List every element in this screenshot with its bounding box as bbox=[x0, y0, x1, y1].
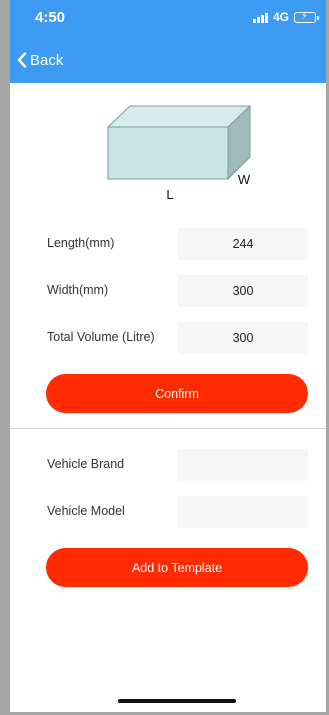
home-indicator[interactable] bbox=[118, 699, 236, 703]
vehicle-model-label: Vehicle Model bbox=[47, 504, 125, 518]
vehicle-brand-input[interactable] bbox=[178, 449, 308, 481]
length-label: Length(mm) bbox=[47, 236, 115, 250]
vehicle-model-row: Vehicle Model bbox=[10, 496, 326, 528]
back-label: Back bbox=[30, 51, 64, 69]
status-bar: 4:50 4G ⚡ bbox=[10, 0, 326, 34]
status-time: 4:50 bbox=[35, 9, 66, 26]
network-label: 4G bbox=[272, 10, 289, 24]
nav-bar: Back bbox=[10, 46, 326, 74]
confirm-button[interactable]: Confirm bbox=[46, 374, 308, 413]
width-axis-label: W bbox=[238, 172, 251, 187]
battery-icon: ⚡ bbox=[294, 11, 319, 23]
section-divider bbox=[10, 428, 326, 429]
box-front-face bbox=[107, 126, 229, 180]
screen: 4:50 4G ⚡ Back L W Length(mm) 244 Width(… bbox=[0, 0, 329, 715]
length-axis-label: L bbox=[166, 187, 173, 202]
signal-icon bbox=[252, 12, 268, 23]
length-row: Length(mm) bbox=[10, 228, 326, 260]
vehicle-brand-label: Vehicle Brand bbox=[47, 457, 125, 471]
chevron-left-icon bbox=[17, 52, 27, 68]
total-volume-row: Total Volume (Litre) bbox=[10, 322, 326, 354]
length-input[interactable] bbox=[178, 228, 308, 260]
width-row: Width(mm) bbox=[10, 275, 326, 307]
width-label: Width(mm) bbox=[47, 283, 109, 297]
width-input[interactable] bbox=[178, 275, 308, 307]
vehicle-brand-row: Vehicle Brand bbox=[10, 449, 326, 481]
total-volume-label: Total Volume (Litre) bbox=[47, 330, 155, 344]
back-button[interactable]: Back bbox=[17, 52, 63, 69]
box-dimension-diagram: L W bbox=[106, 104, 252, 202]
box-top-face bbox=[106, 105, 252, 128]
device-frame-left bbox=[0, 0, 10, 715]
total-volume-input[interactable] bbox=[178, 322, 308, 354]
status-indicators: 4G ⚡ bbox=[252, 10, 319, 24]
vehicle-model-input[interactable] bbox=[178, 496, 308, 528]
add-to-template-button[interactable]: Add to Template bbox=[46, 548, 308, 587]
main-content: L W Length(mm) Width(mm) Total Volume (L… bbox=[10, 83, 326, 712]
header-bar: 4:50 4G ⚡ Back bbox=[10, 0, 326, 83]
